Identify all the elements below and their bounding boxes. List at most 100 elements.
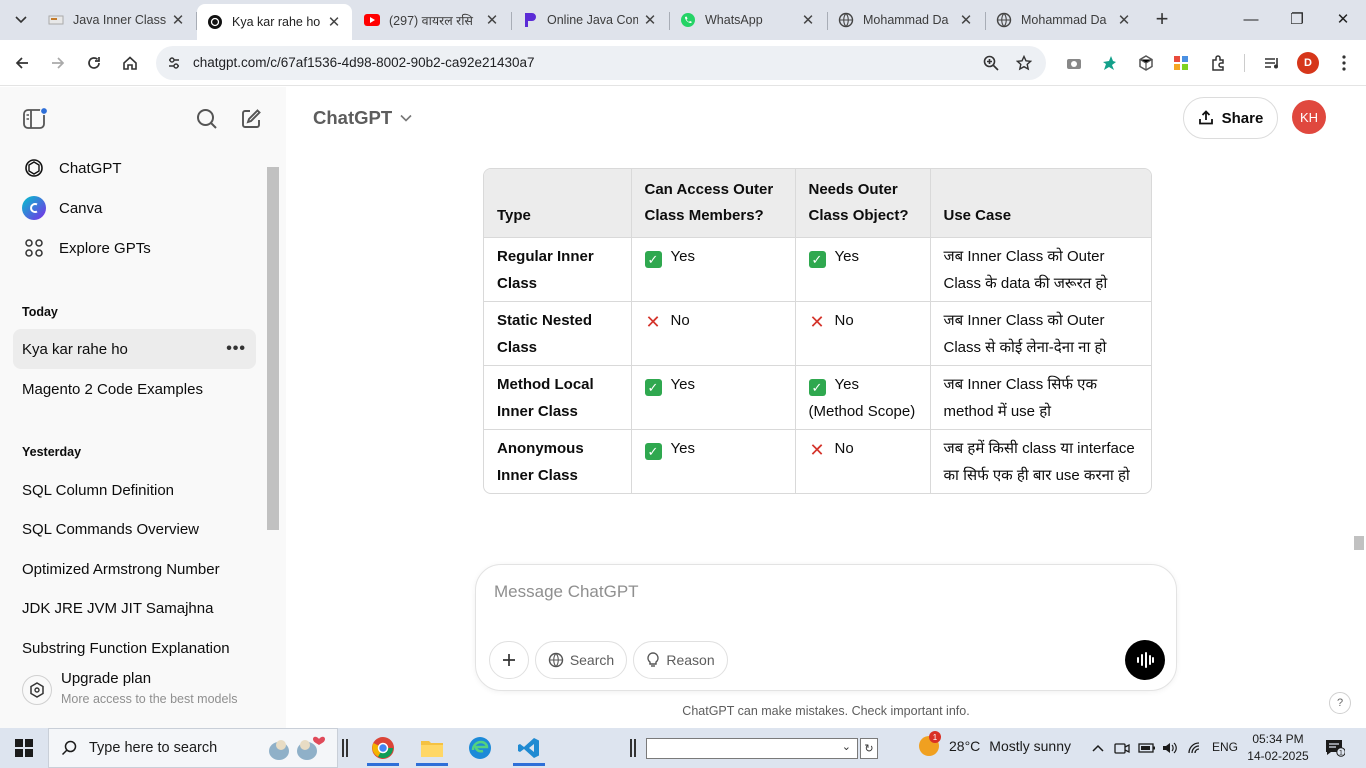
close-icon[interactable]: ✕ bbox=[166, 11, 190, 29]
zoom-icon[interactable] bbox=[981, 53, 1001, 73]
conversation-item[interactable]: JDK JRE JVM JIT Samajhna bbox=[13, 588, 256, 628]
close-window-button[interactable]: ✕ bbox=[1329, 6, 1357, 34]
bookmark-star-icon[interactable] bbox=[1014, 53, 1034, 73]
notification-center-icon[interactable]: 1 bbox=[1324, 738, 1346, 758]
home-button[interactable] bbox=[116, 49, 144, 77]
more-options-icon[interactable]: ••• bbox=[226, 340, 246, 358]
voice-mode-button[interactable] bbox=[1125, 640, 1165, 680]
lightbulb-icon bbox=[646, 652, 660, 668]
attach-button[interactable] bbox=[489, 641, 529, 679]
sidebar-scroll-thumb[interactable] bbox=[267, 167, 279, 530]
chrome-taskbar-icon[interactable] bbox=[361, 730, 405, 766]
help-button[interactable]: ? bbox=[1329, 692, 1351, 714]
page-scrollbar[interactable] bbox=[1350, 87, 1366, 728]
check-icon: ✓ bbox=[644, 379, 662, 396]
site-info-icon[interactable] bbox=[164, 53, 184, 73]
search-icon bbox=[61, 740, 77, 756]
sidebar-item-label: Explore GPTs bbox=[59, 239, 151, 257]
share-button[interactable]: Share bbox=[1183, 97, 1278, 139]
minimize-button[interactable]: — bbox=[1237, 6, 1265, 34]
browser-tab[interactable]: Mohammad Da ✕ bbox=[986, 4, 1142, 36]
chevron-up-icon[interactable] bbox=[1089, 739, 1107, 757]
search-button[interactable]: Search bbox=[535, 641, 627, 679]
toolbar-divider bbox=[1244, 54, 1245, 72]
puzzle-extensions-icon[interactable] bbox=[1208, 53, 1228, 73]
cell-text: Yes bbox=[670, 440, 695, 457]
sidebar-item-label: Canva bbox=[59, 199, 103, 217]
media-control-icon[interactable] bbox=[1262, 53, 1282, 73]
close-icon[interactable]: ✕ bbox=[1112, 11, 1136, 29]
vscode-taskbar-icon[interactable] bbox=[507, 730, 551, 766]
search-icon[interactable] bbox=[193, 105, 221, 133]
taskbar-clock[interactable]: 05:34 PM 14-02-2025 bbox=[1246, 731, 1310, 765]
sidebar-item-chatgpt[interactable]: ChatGPT bbox=[22, 154, 122, 182]
back-arrow-icon bbox=[15, 57, 28, 69]
language-indicator[interactable]: ENG bbox=[1212, 740, 1238, 754]
clock-date: 14-02-2025 bbox=[1247, 749, 1309, 763]
browser-tab[interactable]: (297) वायरल रसि ✕ bbox=[354, 4, 510, 36]
volume-icon[interactable] bbox=[1161, 739, 1179, 757]
type-cell: Static Nested Class bbox=[484, 301, 632, 366]
reason-button[interactable]: Reason bbox=[633, 641, 728, 679]
conversation-title: JDK JRE JVM JIT Samajhna bbox=[22, 599, 214, 617]
browser-tab-bar: Java Inner Class | ✕ Kya kar rahe ho ✕ (… bbox=[0, 0, 1366, 40]
forward-button[interactable] bbox=[44, 49, 72, 77]
upgrade-plan-button[interactable]: Upgrade plan More access to the best mod… bbox=[0, 657, 286, 728]
restore-button[interactable]: ❐ bbox=[1283, 6, 1311, 34]
tab-title: Kya kar rahe ho bbox=[232, 15, 321, 29]
wifi-icon[interactable] bbox=[1186, 739, 1204, 757]
refresh-icon[interactable]: ↻ bbox=[860, 738, 878, 759]
camera-tray-icon[interactable] bbox=[1113, 739, 1131, 757]
taskbar-gripper bbox=[630, 739, 636, 757]
taskbar-search-box[interactable]: Type here to search bbox=[48, 728, 338, 768]
type-cell: Anonymous Inner Class bbox=[484, 429, 632, 493]
browser-tab-active[interactable]: Kya kar rahe ho ✕ bbox=[197, 4, 352, 40]
back-button[interactable] bbox=[8, 49, 36, 77]
close-icon[interactable]: ✕ bbox=[480, 11, 504, 29]
cross-icon: ✕ bbox=[809, 312, 825, 332]
conversation-item[interactable]: SQL Commands Overview bbox=[13, 509, 256, 549]
weather-widget[interactable]: 1 28°C Mostly sunny bbox=[919, 731, 1071, 756]
edge-taskbar-icon[interactable] bbox=[458, 730, 502, 766]
conversation-item-active[interactable]: Kya kar rahe ho ••• bbox=[13, 329, 256, 369]
chevron-down-icon: ⌄ bbox=[841, 741, 851, 753]
cube-extension-icon[interactable] bbox=[1136, 53, 1156, 73]
sidebar-scrollbar[interactable] bbox=[267, 167, 279, 617]
browser-tab[interactable]: Java Inner Class | ✕ bbox=[38, 4, 196, 36]
message-input[interactable]: Message ChatGPT bbox=[494, 582, 639, 602]
sidebar-item-canva[interactable]: Canva bbox=[22, 194, 102, 222]
address-bar[interactable]: chatgpt.com/c/67af1536-4d98-8002-90b2-ca… bbox=[156, 46, 1046, 80]
browser-tab[interactable]: WhatsApp ✕ bbox=[670, 4, 826, 36]
browser-tab[interactable]: Online Java Com ✕ bbox=[512, 4, 668, 36]
search-placeholder: Type here to search bbox=[89, 740, 218, 756]
color-extension-icon[interactable] bbox=[1171, 53, 1191, 73]
camera-icon[interactable] bbox=[1064, 53, 1084, 73]
user-avatar[interactable]: KH bbox=[1292, 100, 1326, 134]
sidebar-item-explore-gpts[interactable]: Explore GPTs bbox=[22, 234, 151, 262]
conversation-item[interactable]: SQL Column Definition bbox=[13, 470, 256, 510]
dino-extension-icon[interactable] bbox=[1099, 53, 1119, 73]
close-icon[interactable]: ✕ bbox=[322, 13, 346, 31]
page-scroll-thumb[interactable] bbox=[1354, 536, 1364, 550]
model-selector[interactable]: ChatGPT bbox=[313, 107, 412, 129]
conversation-item[interactable]: Magento 2 Code Examples bbox=[13, 369, 256, 409]
new-chat-icon[interactable] bbox=[237, 105, 265, 133]
file-explorer-taskbar-icon[interactable] bbox=[410, 730, 454, 766]
kebab-menu-icon[interactable] bbox=[1334, 53, 1354, 73]
globe-icon bbox=[996, 12, 1012, 28]
battery-icon[interactable] bbox=[1138, 739, 1156, 757]
table-row: Regular Inner Class ✓ Yes ✓ Yes जब Inner C… bbox=[484, 237, 1151, 302]
start-button[interactable] bbox=[0, 728, 48, 768]
close-icon[interactable]: ✕ bbox=[796, 11, 820, 29]
close-icon[interactable]: ✕ bbox=[638, 11, 662, 29]
close-icon[interactable]: ✕ bbox=[954, 11, 978, 29]
message-composer: Message ChatGPT Search Reason bbox=[475, 564, 1177, 691]
browser-tab[interactable]: Mohammad Da ✕ bbox=[828, 4, 984, 36]
new-tab-button[interactable]: + bbox=[1150, 8, 1174, 32]
browser-profile-avatar[interactable]: D bbox=[1297, 52, 1319, 74]
reload-button[interactable] bbox=[80, 49, 108, 77]
conversation-item[interactable]: Optimized Armstrong Number bbox=[13, 549, 256, 589]
sidebar-toggle-icon[interactable] bbox=[21, 105, 49, 133]
address-toolbar-combo[interactable]: ⌄ bbox=[646, 738, 858, 759]
tab-search-button[interactable] bbox=[8, 8, 34, 32]
